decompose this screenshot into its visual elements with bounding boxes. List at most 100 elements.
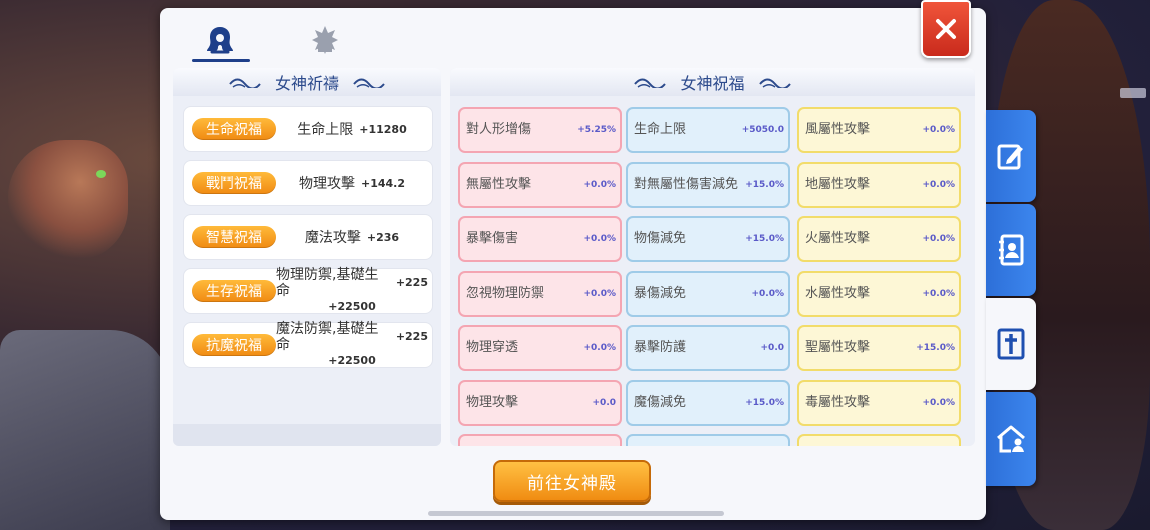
close-button[interactable]	[921, 0, 971, 58]
blessing-cell-name: 生命上限	[634, 122, 687, 137]
prayer-section-footer	[173, 424, 441, 446]
goddess-icon	[207, 27, 233, 54]
blessing-cell[interactable]: 生命上限 +5050.0	[626, 107, 790, 153]
blessing-cell-value: +0.0%	[922, 397, 955, 408]
wave-ornament-icon	[229, 78, 261, 88]
wave-ornament-icon	[758, 78, 791, 88]
side-tab-guild[interactable]	[986, 392, 1036, 486]
blessing-cell-value: +5.25%	[577, 125, 616, 135]
blessing-cell-value: +0.0	[760, 343, 784, 353]
blessing-cell[interactable]: 物理穿透 +0.0%	[458, 325, 622, 371]
blessing-cell-value: +15.0%	[745, 234, 784, 244]
prayer-stat: 魔法攻擊 +236	[276, 227, 432, 247]
prayer-badge: 智慧祝福	[192, 226, 276, 248]
background-dragon-eye	[96, 170, 106, 178]
blessing-cell[interactable]: 聖屬性攻擊 +15.0%	[797, 325, 961, 371]
goddess-prayer-section: 女神祈禱 生命祝福 生命上限 +11280 戰鬥祝福 物理攻擊 +144.2 智…	[173, 68, 441, 446]
blessing-cell-value: +15.0%	[745, 179, 784, 190]
prayer-stat-value: +225	[395, 330, 428, 343]
prayer-stat-value: +144.2	[360, 176, 405, 190]
side-tab-goddess[interactable]	[986, 298, 1036, 390]
blessing-cell[interactable]: 水屬性攻擊 +0.0%	[797, 270, 961, 317]
blessing-cell-value: +5050.0	[741, 125, 784, 135]
background-rock	[0, 330, 170, 530]
blessing-cell[interactable]: 對無屬性傷害減免 +15.0%	[626, 161, 790, 208]
blessing-cell-name: 暴傷減免	[634, 285, 687, 301]
blessing-cell-value: +0.0%	[922, 125, 955, 135]
blessing-cell-name: 火屬性攻擊	[805, 231, 871, 246]
blessing-cell[interactable]: 地屬性攻擊 +0.0%	[797, 161, 961, 208]
blessing-cell-name: 水屬性攻擊	[805, 285, 871, 301]
tab-flower[interactable]	[295, 18, 355, 62]
blessing-cell[interactable]: 毒屬性攻擊 +0.0%	[797, 379, 961, 426]
minimap-icon	[1120, 88, 1146, 98]
blessing-cell-name: 忽視物理防禦	[466, 285, 545, 301]
blessing-cell[interactable]: 魔傷減免 +15.0%	[626, 379, 790, 426]
prayer-stat-name: 生命上限	[297, 122, 354, 138]
blessing-section-header: 女神祝福	[450, 68, 975, 96]
wave-ornament-icon	[353, 78, 385, 88]
blessing-cell[interactable]: 暴擊防護 +0.0	[626, 325, 790, 371]
prayer-stat-name: 魔法攻擊	[304, 230, 361, 246]
blessing-cell-value: +0.0%	[583, 343, 616, 353]
prayer-badge: 生命祝福	[192, 118, 276, 140]
blessing-cell-name: 聖屬性攻擊	[805, 340, 871, 355]
prayer-stat-value-2: +22500	[328, 300, 376, 313]
prayer-row[interactable]: 智慧祝福 魔法攻擊 +236	[183, 214, 433, 260]
prayer-section-title: 女神祈禱	[274, 76, 339, 93]
prayer-badge: 戰鬥祝福	[192, 172, 276, 194]
prayer-stat-name: 物理防禦,基礎生命	[276, 267, 379, 299]
blessing-cell[interactable]: 物理攻擊 +0.0	[458, 379, 622, 426]
prayer-list: 生命祝福 生命上限 +11280 戰鬥祝福 物理攻擊 +144.2 智慧祝福 魔…	[183, 106, 433, 376]
blessing-cell-name: 物傷減免	[634, 231, 687, 246]
prayer-row[interactable]: 抗魔祝福 魔法防禦,基礎生命 +225 +22500	[183, 321, 433, 369]
prayer-stat-value: +11280	[359, 122, 407, 136]
prayer-stat-value-2: +22500	[328, 354, 376, 367]
blessing-cell-value: +0.0%	[922, 234, 955, 244]
blessing-cell-partial	[797, 434, 961, 446]
blessing-cell[interactable]: 暴擊傷害 +0.0%	[458, 216, 622, 262]
blessing-cell[interactable]: 忽視物理防禦 +0.0%	[458, 270, 622, 317]
blessing-cell-partial	[458, 434, 622, 446]
blessing-cell-value: +0.0%	[751, 288, 784, 299]
blessing-section-title: 女神祝福	[680, 76, 745, 93]
side-tab-edit[interactable]	[986, 110, 1036, 202]
blessing-cell[interactable]: 對人形增傷 +5.25%	[458, 107, 622, 153]
edit-note-icon	[997, 144, 1023, 170]
prayer-section-header: 女神祈禱	[173, 68, 441, 96]
side-tab-contacts[interactable]	[986, 204, 1036, 296]
blessing-cell-name: 無屬性攻擊	[466, 176, 532, 192]
blessing-cell-value: +15.0%	[745, 397, 784, 408]
blessing-cell[interactable]: 暴傷減免 +0.0%	[626, 270, 790, 317]
blessing-cell-value: +0.0%	[922, 179, 955, 190]
prayer-row[interactable]: 戰鬥祝福 物理攻擊 +144.2	[183, 160, 433, 206]
blessing-cell-name: 地屬性攻擊	[805, 176, 871, 192]
blessing-cell[interactable]: 火屬性攻擊 +0.0%	[797, 216, 961, 262]
blessing-cell-partial	[626, 434, 790, 446]
guild-house-icon	[997, 425, 1025, 453]
prayer-stat: 魔法防禦,基礎生命 +225 +22500	[276, 321, 432, 369]
flower-emblem-icon	[312, 26, 338, 54]
blessing-cell-value: +0.0%	[583, 288, 616, 299]
blessing-cell-name: 物理穿透	[466, 340, 519, 355]
close-icon	[936, 19, 956, 39]
prayer-stat: 物理防禦,基礎生命 +225 +22500	[276, 267, 432, 315]
blessing-cell-value: +15.0%	[916, 343, 955, 353]
blessing-cell-name: 魔傷減免	[634, 394, 687, 410]
go-to-goddess-temple-button[interactable]: 前往女神殿	[493, 460, 651, 502]
blessing-cell-name: 暴擊傷害	[466, 231, 519, 246]
prayer-stat-value: +236	[366, 230, 400, 244]
prayer-row[interactable]: 生命祝福 生命上限 +11280	[183, 106, 433, 152]
prayer-stat-value: +225	[395, 276, 428, 289]
blessing-cell[interactable]: 風屬性攻擊 +0.0%	[797, 107, 961, 153]
prayer-row[interactable]: 生存祝福 物理防禦,基礎生命 +225 +22500	[183, 267, 433, 315]
blessing-cell-value: +0.0%	[583, 179, 616, 190]
prayer-stat: 物理攻擊 +144.2	[276, 173, 432, 193]
blessing-cell[interactable]: 物傷減免 +15.0%	[626, 216, 790, 262]
blessing-cell-name: 對人形增傷	[466, 122, 532, 137]
goddess-panel: 女神祈禱 生命祝福 生命上限 +11280 戰鬥祝福 物理攻擊 +144.2 智…	[160, 0, 986, 520]
blessing-cell-name: 物理攻擊	[466, 394, 519, 410]
holy-cross-icon	[997, 328, 1025, 360]
tab-goddess[interactable]	[190, 18, 250, 62]
blessing-cell[interactable]: 無屬性攻擊 +0.0%	[458, 161, 622, 208]
